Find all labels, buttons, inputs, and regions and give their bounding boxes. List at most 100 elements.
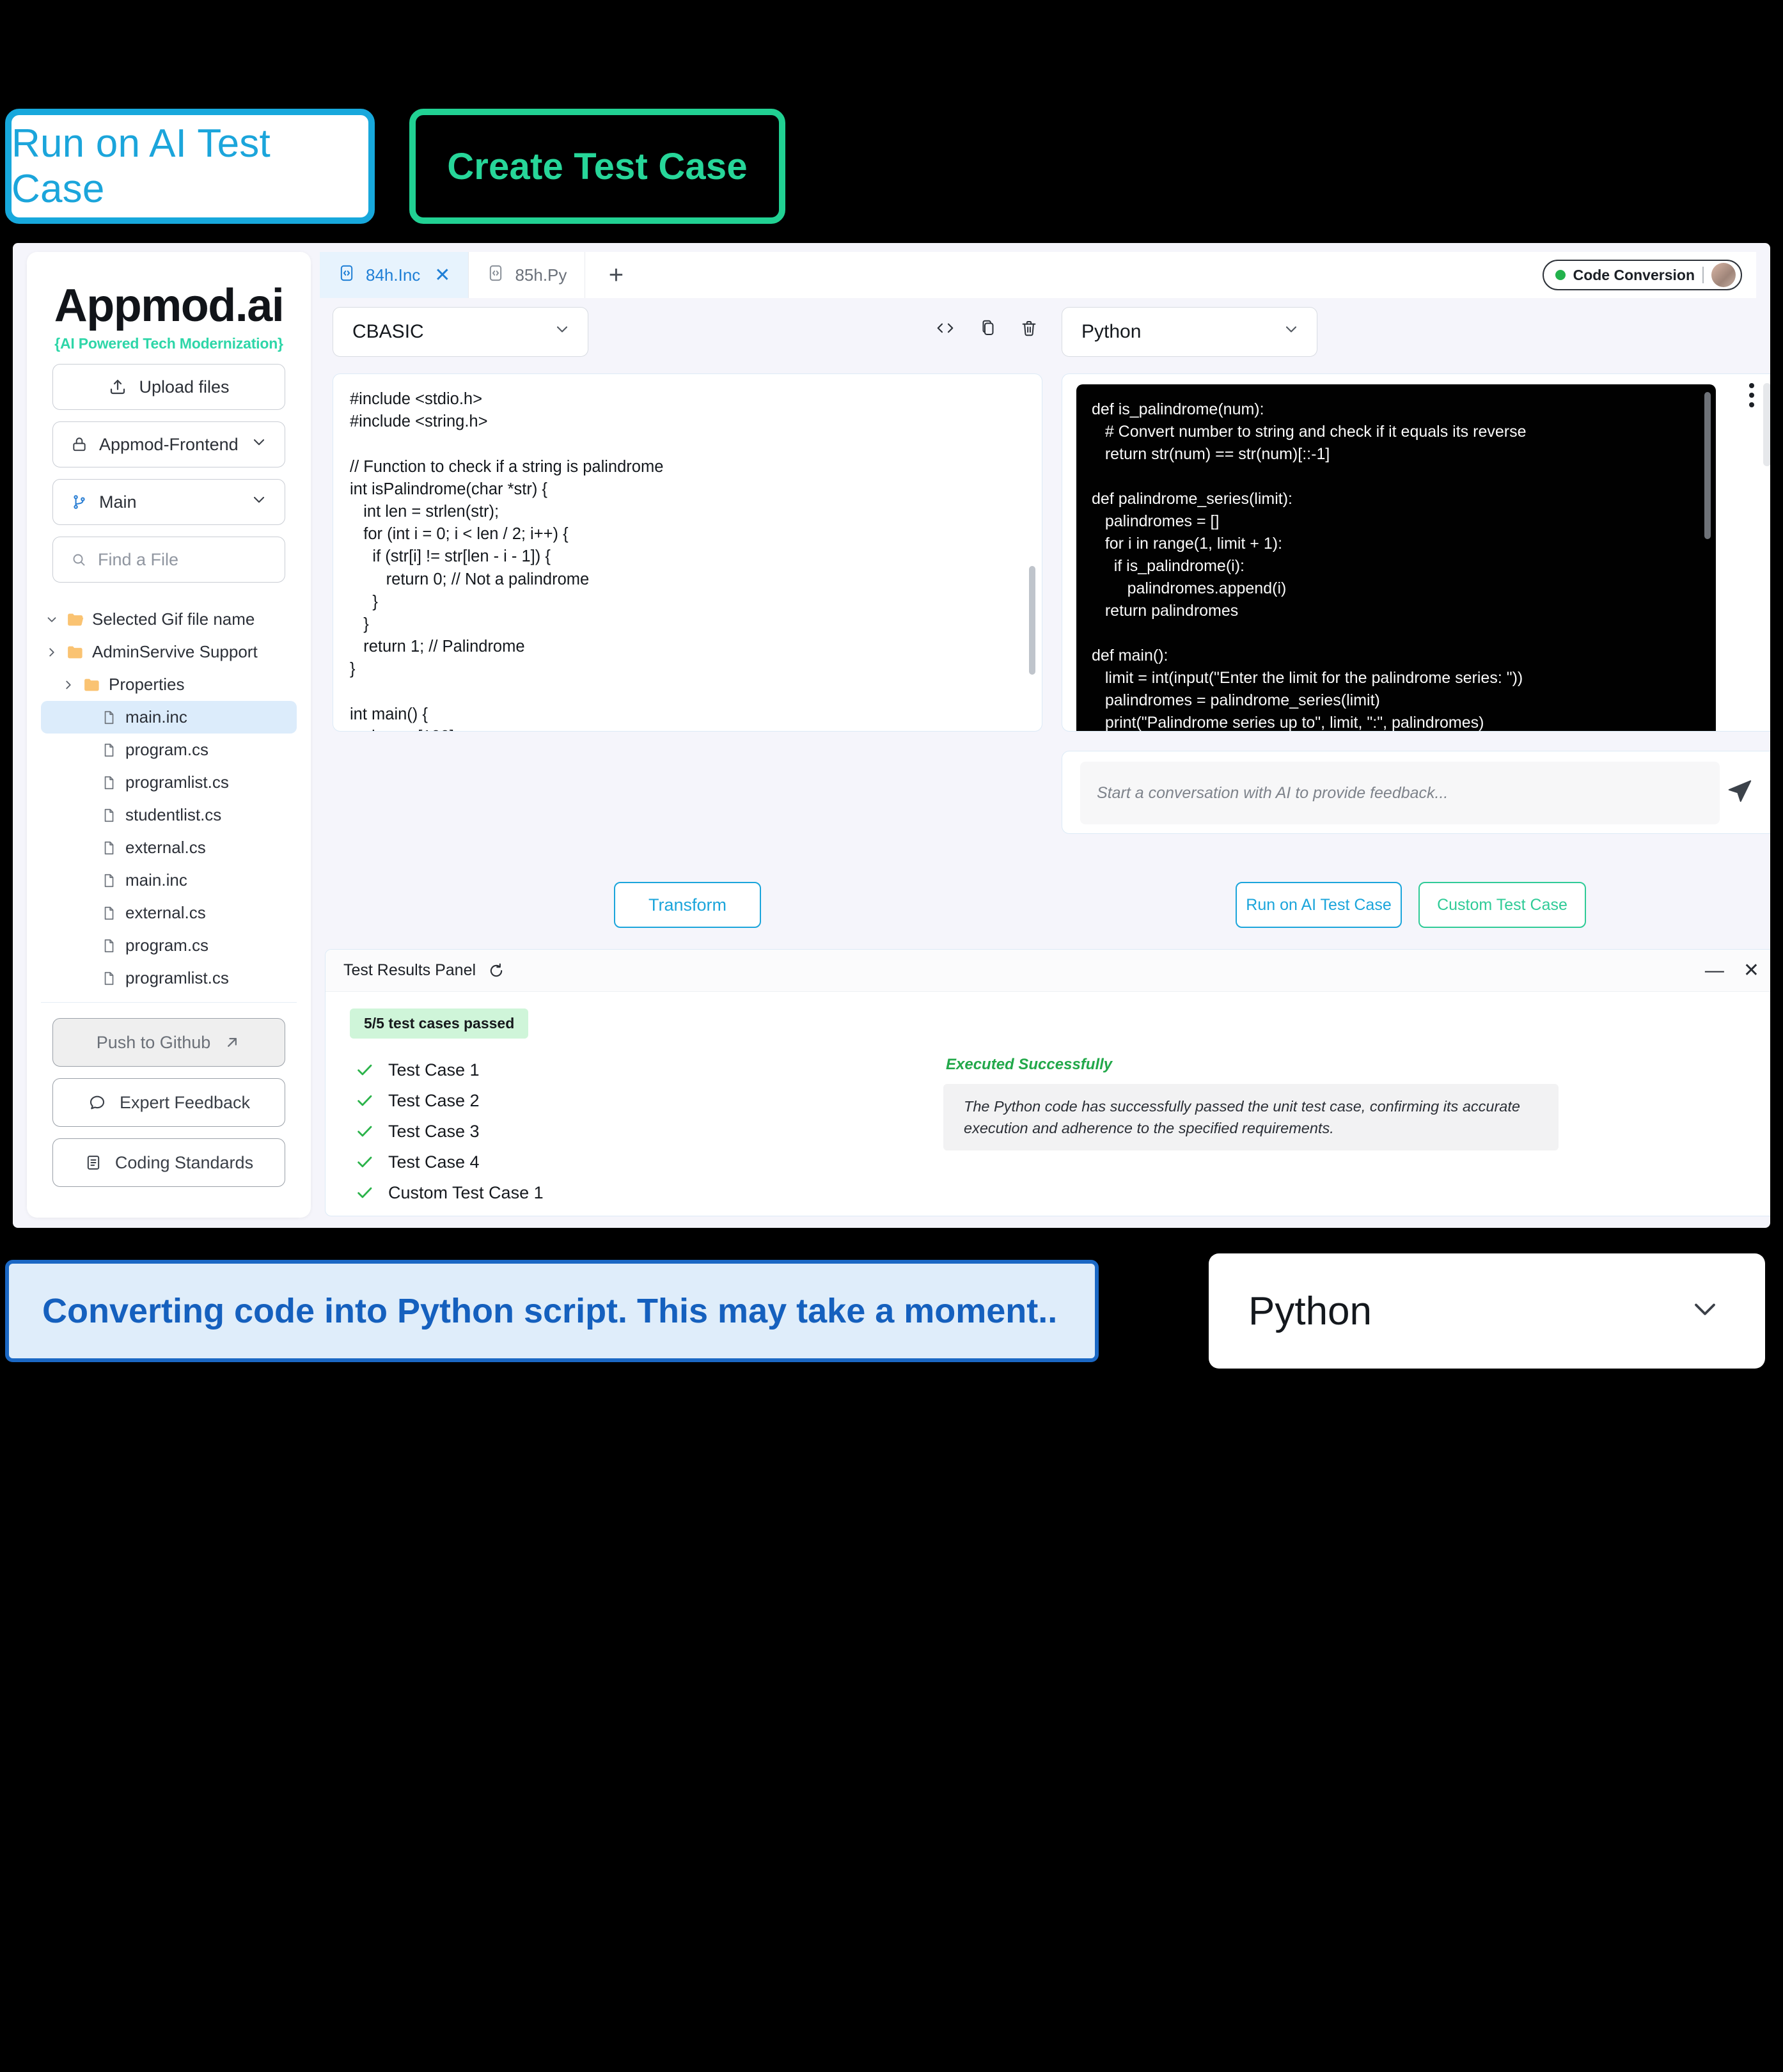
callout-overlay: Run on AI Test Case Create Test Case <box>0 0 1783 230</box>
tree-item-label: main.inc <box>125 707 187 726</box>
project-select[interactable]: Appmod-Frontend <box>52 421 285 467</box>
app-window: Appmod.ai {AI Powered Tech Modernization… <box>13 243 1770 1228</box>
new-tab-button[interactable]: + <box>585 252 647 298</box>
chevron-down-icon <box>553 320 571 343</box>
tree-file-row[interactable]: main.inc <box>41 701 297 734</box>
test-case-label: Custom Test Case 1 <box>388 1182 544 1202</box>
chevron-down-icon <box>1687 1292 1723 1331</box>
send-icon[interactable] <box>1725 776 1754 809</box>
tree-file-row[interactable]: programlist.cs <box>41 766 297 799</box>
status-badge[interactable]: Code Conversion <box>1542 260 1742 290</box>
code-brackets-icon[interactable] <box>934 318 957 338</box>
converting-status-text: Converting code into Python script. This… <box>42 1292 1058 1330</box>
tree-item-label: programlist.cs <box>125 773 229 792</box>
tree-item-label: program.cs <box>125 936 209 955</box>
tab-84h-inc[interactable]: 84h.Inc ✕ <box>320 252 469 298</box>
test-case-row[interactable]: Test Case 3 <box>355 1116 544 1147</box>
minimize-icon[interactable]: — <box>1705 961 1724 980</box>
folder-open-icon <box>63 610 88 629</box>
check-icon <box>355 1183 388 1202</box>
tree-item-label: external.cs <box>125 838 206 857</box>
tree-folder-row[interactable]: AdminServive Support <box>41 636 297 668</box>
source-language-select[interactable]: CBASIC <box>333 307 588 357</box>
button-label: Coding Standards <box>114 1152 254 1172</box>
callout-run-on-ai-test-case: Run on AI Test Case <box>5 109 375 224</box>
target-code-editor[interactable]: def is_palindrome(num): # Convert number… <box>1062 373 1770 732</box>
coding-standards-button[interactable]: Coding Standards <box>52 1138 285 1187</box>
tree-folder-row[interactable]: Properties <box>41 668 297 701</box>
more-options-icon[interactable] <box>1749 383 1754 407</box>
button-label: Expert Feedback <box>119 1092 251 1112</box>
tree-item-label: program.cs <box>125 740 209 759</box>
transform-button[interactable]: Transform <box>614 882 761 928</box>
tab-85h-py[interactable]: 85h.Py <box>468 252 586 298</box>
search-icon <box>71 552 86 567</box>
file-code-icon <box>338 264 356 286</box>
editor-tabbar: 84h.Inc ✕ 85h.Py + Code Conversion <box>320 252 1756 298</box>
test-case-label: Test Case 1 <box>388 1060 480 1079</box>
expert-feedback-button[interactable]: Expert Feedback <box>52 1078 285 1127</box>
file-icon <box>96 970 122 987</box>
chevron-right-icon[interactable] <box>58 678 79 692</box>
scrollbar[interactable] <box>1029 566 1035 675</box>
tree-item-label: programlist.cs <box>125 968 229 987</box>
tree-file-row[interactable]: program.cs <box>41 734 297 766</box>
upload-files-button[interactable]: Upload files <box>52 364 285 410</box>
pass-count-badge: 5/5 test cases passed <box>350 1009 529 1039</box>
push-to-github-button[interactable]: Push to Github <box>52 1018 285 1067</box>
divider <box>1702 267 1704 283</box>
avatar[interactable] <box>1711 263 1736 287</box>
run-on-ai-test-case-button[interactable]: Run on AI Test Case <box>1236 882 1402 928</box>
custom-test-case-button[interactable]: Custom Test Case <box>1418 882 1586 928</box>
test-case-row[interactable]: Test Case 2 <box>355 1085 544 1116</box>
panel-window-buttons: — ✕ <box>1705 961 1759 980</box>
tree-file-row[interactable]: main.inc <box>41 864 297 897</box>
tree-item-label: Selected Gif file name <box>92 609 255 629</box>
scrollbar[interactable] <box>1704 392 1711 539</box>
target-code-surface: def is_palindrome(num): # Convert number… <box>1076 384 1716 731</box>
source-code-editor[interactable]: #include <stdio.h> #include <string.h> /… <box>333 373 1042 732</box>
tree-file-row[interactable]: programlist.cs <box>41 962 297 994</box>
check-icon <box>355 1060 388 1079</box>
tree-item-label: main.inc <box>125 870 187 890</box>
test-case-row[interactable]: Test Case 4 <box>355 1147 544 1177</box>
find-file-input[interactable]: Find a File <box>52 537 285 583</box>
chat-textfield[interactable]: Start a conversation with AI to provide … <box>1080 762 1720 824</box>
trash-icon[interactable] <box>1019 318 1039 338</box>
tree-file-row[interactable]: external.cs <box>41 897 297 929</box>
close-icon[interactable]: ✕ <box>434 264 450 286</box>
sidebar-actions: Push to Github Expert Feedback Coding Stan… <box>27 1003 311 1218</box>
brand-block: Appmod.ai {AI Powered Tech Modernization… <box>27 252 311 364</box>
target-language-value: Python <box>1081 321 1142 342</box>
chevron-down-icon[interactable] <box>41 613 63 627</box>
file-tree[interactable]: Selected Gif file name AdminServive Suppo… <box>41 603 297 1003</box>
chevron-right-icon[interactable] <box>41 645 63 659</box>
branch-select[interactable]: Main <box>52 479 285 525</box>
tree-file-row[interactable]: external.cs <box>41 831 297 864</box>
file-icon <box>96 709 122 726</box>
scrollbar[interactable] <box>1763 383 1770 466</box>
target-language-callout-value: Python <box>1248 1289 1372 1333</box>
folder-icon <box>79 675 105 695</box>
target-language-select-callout[interactable]: Python <box>1209 1253 1765 1369</box>
target-language-select[interactable]: Python <box>1062 307 1317 357</box>
test-case-row[interactable]: Test Case 1 <box>355 1055 544 1085</box>
project-select-value: Appmod-Frontend <box>99 434 239 454</box>
chat-bubble-icon <box>88 1093 107 1112</box>
close-icon[interactable]: ✕ <box>1743 961 1759 980</box>
test-case-list: Test Case 1 Test Case 2 Test Case 3 Test Ca… <box>355 1055 544 1208</box>
refresh-icon[interactable] <box>487 962 505 980</box>
ai-chat-input[interactable]: Start a conversation with AI to provide … <box>1062 751 1770 834</box>
tree-item-label: AdminServive Support <box>92 642 258 661</box>
tree-file-row[interactable]: studentlist.cs <box>41 799 297 831</box>
check-icon <box>355 1152 388 1172</box>
upload-files-label: Upload files <box>139 377 230 396</box>
find-file-placeholder: Find a File <box>98 549 179 569</box>
callout-create-test-case: Create Test Case <box>409 109 785 224</box>
test-case-row[interactable]: Custom Test Case 1 <box>355 1177 544 1208</box>
tree-folder-row[interactable]: Selected Gif file name <box>41 603 297 636</box>
upload-icon <box>108 377 127 396</box>
chevron-down-icon <box>1282 320 1300 343</box>
copy-icon[interactable] <box>978 318 998 338</box>
tree-file-row[interactable]: program.cs <box>41 929 297 962</box>
